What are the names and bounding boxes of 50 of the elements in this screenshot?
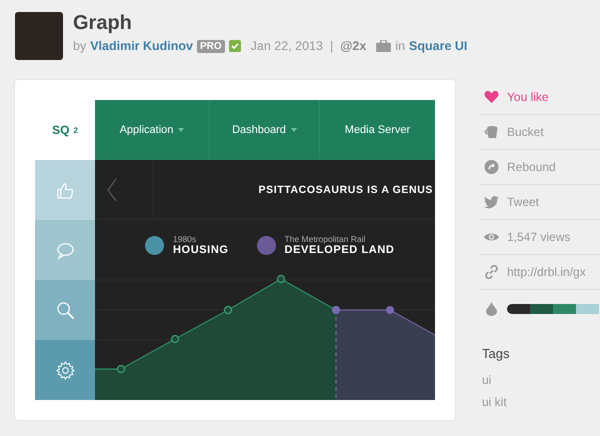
- color-swatch[interactable]: [507, 304, 530, 314]
- chart-point: [276, 274, 286, 284]
- shot-title: Graph: [73, 12, 133, 34]
- tag-link[interactable]: ui: [482, 369, 600, 391]
- bucket-link[interactable]: Bucket: [507, 125, 544, 139]
- separator-text: |: [330, 39, 334, 53]
- chevron-left-icon: [107, 178, 117, 202]
- legend-caption: The Metropolitan Rail: [284, 234, 366, 244]
- chart-point: [170, 334, 180, 344]
- color-swatch[interactable]: [553, 304, 576, 314]
- link-icon: [484, 265, 498, 279]
- author-link[interactable]: Vladimir Kudinov: [90, 39, 193, 53]
- tweet-link[interactable]: Tweet: [507, 195, 540, 209]
- like-link[interactable]: You like: [507, 90, 549, 104]
- tags-heading: Tags: [482, 346, 510, 361]
- color-swatch[interactable]: [530, 304, 553, 314]
- in-label: in: [395, 39, 406, 53]
- comment-tile[interactable]: [35, 220, 95, 280]
- by-label: by: [73, 39, 86, 53]
- link-link[interactable]: http://drbl.in/gx: [507, 265, 586, 279]
- scale-label: @2x: [340, 39, 366, 53]
- legend-caption: 1980s: [173, 234, 198, 244]
- pro-badge: PRO: [197, 40, 225, 52]
- bird-icon: [484, 195, 498, 209]
- chart-point: [224, 306, 232, 314]
- briefcase-icon: [376, 40, 392, 52]
- nav-item[interactable]: Media Server: [320, 100, 435, 160]
- slide-headline: PSITTACOSAURUS IS A GENUS: [258, 182, 434, 198]
- tag-link[interactable]: ui kit: [482, 391, 600, 413]
- date-text: Jan 22, 2013: [250, 39, 323, 53]
- speech-bubble-icon: [56, 240, 74, 260]
- search-icon: [56, 300, 74, 320]
- rebound-icon: [484, 160, 498, 174]
- rebound-link[interactable]: Rebound: [507, 160, 556, 174]
- chart-point: [386, 306, 394, 314]
- views-link[interactable]: 1,547 views: [507, 230, 570, 244]
- team-link[interactable]: Square UI: [409, 39, 468, 53]
- like-tile[interactable]: [35, 160, 95, 220]
- chart-point: [332, 306, 340, 314]
- search-tile[interactable]: [35, 280, 95, 340]
- chart-point: [116, 364, 126, 374]
- drop-icon: [484, 302, 498, 316]
- bucket-icon: [484, 125, 498, 139]
- thumbs-up-icon: [56, 180, 74, 200]
- legend-label: HOUSING: [173, 244, 229, 256]
- legend-label: DEVELOPED LAND: [284, 244, 394, 256]
- settings-icon: [56, 360, 74, 380]
- color-swatch[interactable]: [576, 304, 599, 314]
- avatar-photo-placeholder[interactable]: [15, 12, 63, 60]
- settings-tile[interactable]: [35, 340, 95, 400]
